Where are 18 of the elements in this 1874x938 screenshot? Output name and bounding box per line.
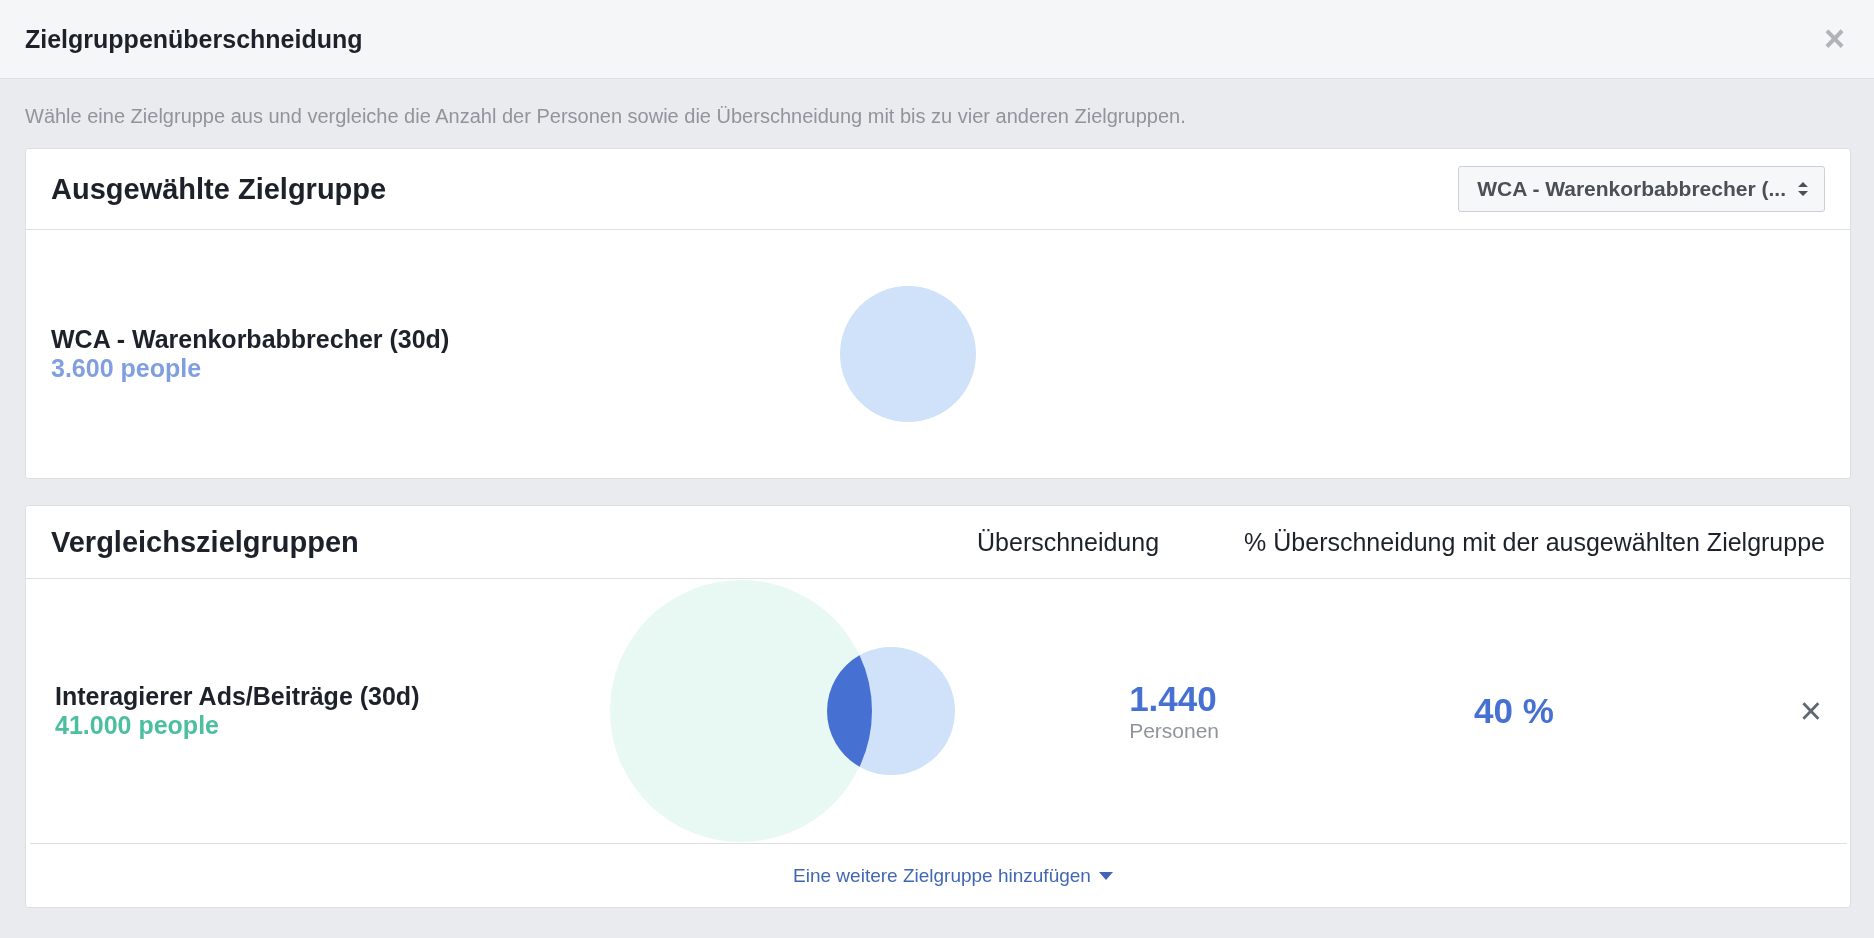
add-audience-link[interactable]: Eine weitere Zielgruppe hinzufügen	[787, 863, 1119, 888]
description: Wähle eine Zielgruppe aus und vergleiche die Anzahl der Personen sowie die Überschneidung mit bis zu vier anderen Zielgruppen.	[25, 104, 1187, 129]
overlap-unit: Personen	[1129, 719, 1221, 743]
column-heading: % Überschneidung mit der ausgewählten Zielgruppe	[1244, 527, 1825, 557]
column-heading: Überschneidung	[977, 527, 1160, 557]
window-title: Zielgruppenüberschneidung	[25, 24, 363, 54]
audience-name: WCA - Warenkorbabbrecher (30d)	[51, 325, 451, 354]
audience-size: 41.000 people	[55, 711, 220, 740]
card-heading: Ausgewählte Zielgruppe	[51, 172, 387, 206]
sort-arrows-icon	[1798, 182, 1808, 196]
caret-icon	[1098, 871, 1113, 880]
audience-size: 3.600 people	[51, 354, 203, 383]
overlap-percent: 40 %	[1474, 691, 1555, 731]
audience-dropdown[interactable]: WCA - Warenkorbabbrecher (...	[1458, 166, 1825, 212]
overlap-count: 1.440	[1129, 679, 1218, 719]
remove-button[interactable]: ×	[1799, 689, 1822, 733]
audience-name: Interagierer Ads/Beiträge (30d)	[55, 682, 421, 711]
card-heading: Vergleichszielgruppen	[51, 525, 360, 559]
